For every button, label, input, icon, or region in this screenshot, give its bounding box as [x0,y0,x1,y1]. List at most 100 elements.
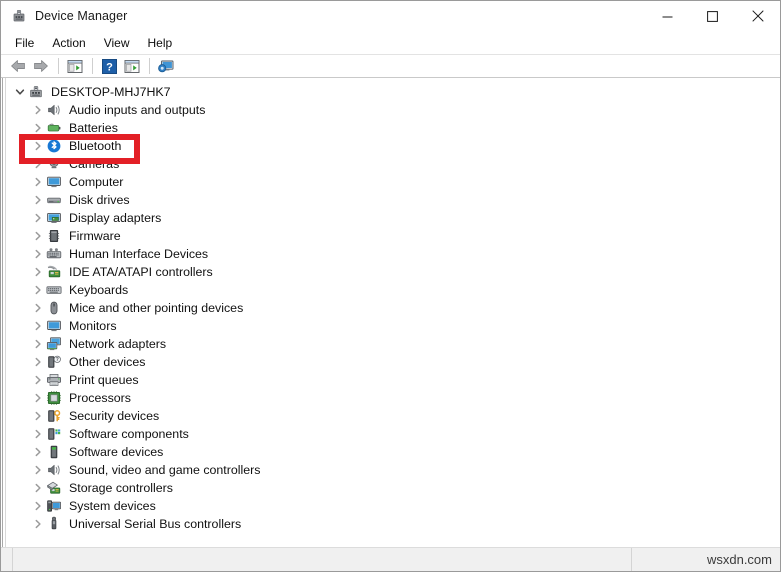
mouse-icon [46,300,62,316]
tree-item-computer[interactable]: Computer [6,173,779,191]
tree-item-label: Software components [69,427,189,441]
chevron-right-icon[interactable] [30,354,46,370]
status-bar-cell-left [1,548,13,571]
speaker-icon [46,102,62,118]
status-bar-cell-middle [13,548,632,571]
chevron-right-icon[interactable] [30,444,46,460]
tree-item-label: Human Interface Devices [69,247,209,261]
chevron-right-icon[interactable] [30,120,46,136]
svg-text:?: ? [106,61,113,73]
tree-item-label: Mice and other pointing devices [69,301,244,315]
toolbar: ? [1,54,780,78]
storage-controller-icon [46,480,62,496]
toolbar-separator [58,58,59,74]
chevron-right-icon[interactable] [30,282,46,298]
tree-item-label: Storage controllers [69,481,173,495]
software-component-icon [46,426,62,442]
chevron-right-icon[interactable] [30,480,46,496]
forward-button[interactable] [30,55,52,77]
chevron-right-icon[interactable] [30,498,46,514]
chevron-right-icon[interactable] [30,192,46,208]
tree-item-network-adapters[interactable]: Network adapters [6,335,779,353]
menu-item-view[interactable]: View [95,33,139,53]
watermark-text: wsxdn.com [706,552,772,567]
chevron-right-icon[interactable] [30,462,46,478]
tree-item-ide-ata-atapi-controllers[interactable]: IDE ATA/ATAPI controllers [6,263,779,281]
chevron-right-icon[interactable] [30,300,46,316]
tree-item-label: Sound, video and game controllers [69,463,261,477]
software-device-icon [46,444,62,460]
menu-item-help[interactable]: Help [139,33,182,53]
tree-item-software-components[interactable]: Software components [6,425,779,443]
back-button[interactable] [7,55,29,77]
tree-item-firmware[interactable]: Firmware [6,227,779,245]
tree-item-disk-drives[interactable]: Disk drives [6,191,779,209]
tree-item-label: Security devices [69,409,160,423]
window-title: Device Manager [35,9,128,23]
help-button[interactable]: ? [98,55,120,77]
window-controls [645,1,780,31]
tree-item-human-interface-devices[interactable]: Human Interface Devices [6,245,779,263]
close-button[interactable] [735,1,780,31]
chevron-down-icon[interactable] [12,84,28,100]
chevron-right-icon[interactable] [30,390,46,406]
ide-controller-icon [46,264,62,280]
display-adapter-icon [46,210,62,226]
tree-item-print-queues[interactable]: Print queues [6,371,779,389]
firmware-chip-icon [46,228,62,244]
hid-icon [46,246,62,262]
tree-item-cameras[interactable]: Cameras [6,155,779,173]
tree-item-label: Processors [69,391,131,405]
tree-item-storage-controllers[interactable]: Storage controllers [6,479,779,497]
chevron-right-icon[interactable] [30,228,46,244]
tree-item-universal-serial-bus-controllers[interactable]: Universal Serial Bus controllers [6,515,779,533]
tree-item-label: Print queues [69,373,139,387]
show-hide-console-tree-button[interactable] [64,55,86,77]
scan-for-hardware-changes-button[interactable] [155,55,177,77]
device-tree-panel: DESKTOP-MHJ7HK7 Audio inputs and outputs [1,78,780,547]
title-bar: Device Manager [1,1,780,31]
tree-item-label: Monitors [69,319,117,333]
status-bar-cell-right: wsxdn.com [632,548,780,571]
chevron-right-icon[interactable] [30,156,46,172]
tree-item-audio-inputs-and-outputs[interactable]: Audio inputs and outputs [6,101,779,119]
minimize-button[interactable] [645,1,690,31]
chevron-right-icon[interactable] [30,210,46,226]
tree-item-sound-video-and-game-controllers[interactable]: Sound, video and game controllers [6,461,779,479]
chevron-right-icon[interactable] [30,246,46,262]
tree-item-keyboards[interactable]: Keyboards [6,281,779,299]
properties-button[interactable] [121,55,143,77]
menu-item-file[interactable]: File [6,33,43,53]
printer-icon [46,372,62,388]
tree-item-software-devices[interactable]: Software devices [6,443,779,461]
chevron-right-icon[interactable] [30,372,46,388]
chevron-right-icon[interactable] [30,516,46,532]
chevron-right-icon[interactable] [30,138,46,154]
chevron-right-icon[interactable] [30,336,46,352]
chevron-right-icon[interactable] [30,408,46,424]
menu-item-action[interactable]: Action [43,33,94,53]
chevron-right-icon[interactable] [30,174,46,190]
tree-item-label: Batteries [69,121,118,135]
toolbar-separator [92,58,93,74]
tree-item-display-adapters[interactable]: Display adapters [6,209,779,227]
tree-root-item[interactable]: DESKTOP-MHJ7HK7 [6,83,779,101]
menu-bar: File Action View Help [1,31,780,54]
chevron-right-icon[interactable] [30,426,46,442]
chevron-right-icon[interactable] [30,264,46,280]
tree-item-bluetooth[interactable]: Bluetooth [6,137,779,155]
tree-item-monitors[interactable]: Monitors [6,317,779,335]
system-device-icon [46,498,62,514]
tree-item-batteries[interactable]: Batteries [6,119,779,137]
security-key-icon [46,408,62,424]
tree-item-other-devices[interactable]: ? Other devices [6,353,779,371]
tree-item-label: Disk drives [69,193,130,207]
maximize-button[interactable] [690,1,735,31]
tree-item-system-devices[interactable]: System devices [6,497,779,515]
tree-item-mice-and-other-pointing-devices[interactable]: Mice and other pointing devices [6,299,779,317]
tree-item-security-devices[interactable]: Security devices [6,407,779,425]
chevron-right-icon[interactable] [30,318,46,334]
tree-item-processors[interactable]: Processors [6,389,779,407]
tree-item-label: Keyboards [69,283,129,297]
chevron-right-icon[interactable] [30,102,46,118]
